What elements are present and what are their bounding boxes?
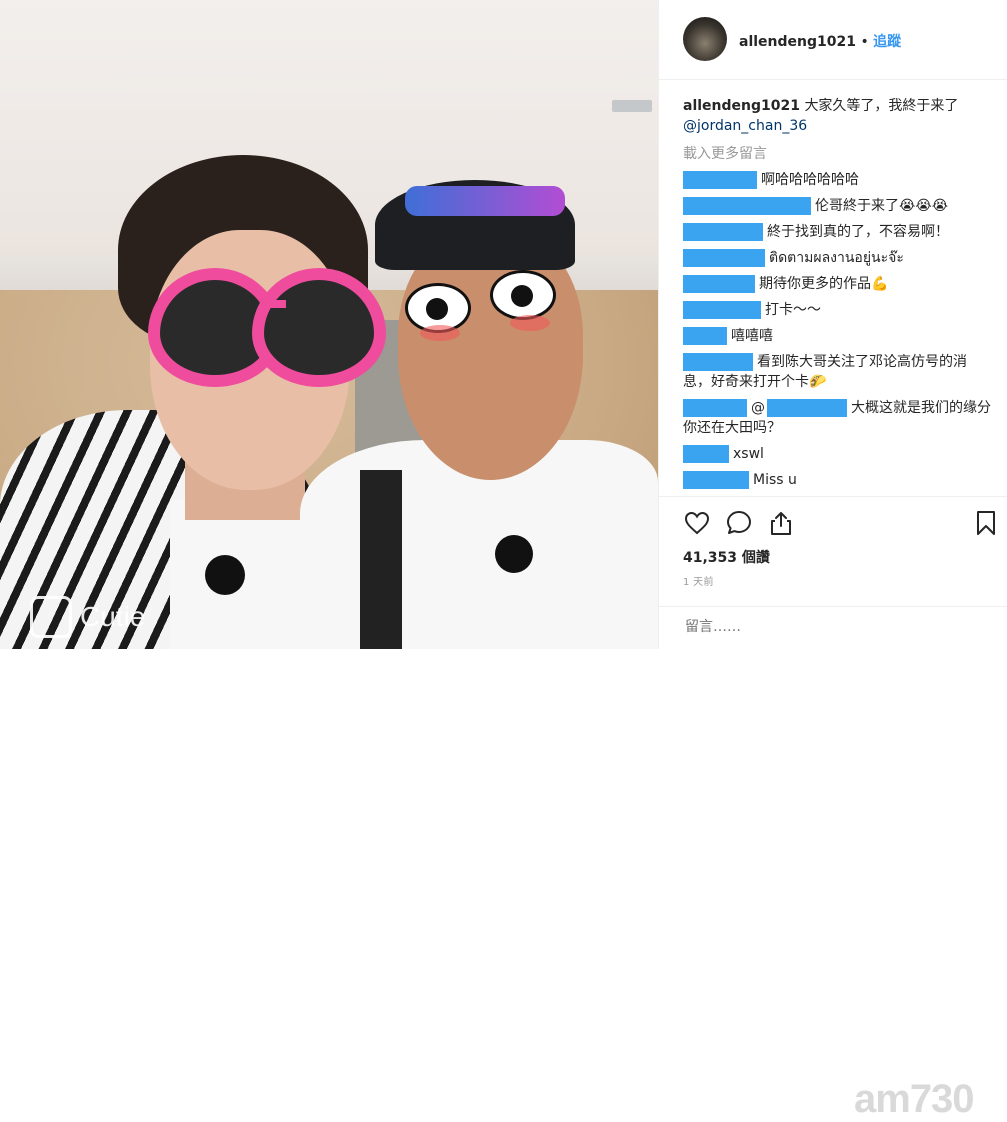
- comment-item: 看到陈大哥关注了邓论高仿号的消息，好奇来打开个卡🌮: [683, 352, 993, 392]
- header-username[interactable]: allendeng1021: [739, 34, 856, 50]
- boat: [612, 100, 652, 112]
- comment-item: 嘻嘻嘻: [683, 326, 993, 346]
- comment-item: 伦哥終于来了😭😭😭: [683, 196, 993, 216]
- blush-right: [510, 315, 550, 331]
- share-icon[interactable]: [767, 509, 795, 537]
- post-sidebar: allendeng1021 • 追蹤 allendeng1021 大家久等了，我…: [658, 0, 1007, 1121]
- caption-mention[interactable]: @jordan_chan_36: [683, 118, 807, 134]
- bookmark-icon[interactable]: [972, 509, 1000, 537]
- avatar[interactable]: [683, 17, 727, 61]
- redacted-username: [683, 301, 761, 319]
- caption: allendeng1021 大家久等了，我終于来了 @jordan_chan_3…: [683, 96, 993, 136]
- post-time[interactable]: 1 天前: [683, 573, 714, 588]
- comment-item: @ 大概这就是我们的缘分 你还在大田吗？: [683, 398, 993, 438]
- comment-text: 伦哥終于来了😭😭😭: [815, 198, 949, 214]
- redacted-username: [683, 171, 757, 189]
- cutie-watermark: Cutie: [30, 596, 145, 638]
- left-person-mic: [205, 555, 245, 595]
- follow-button[interactable]: 追蹤: [873, 34, 901, 50]
- redacted-username: [683, 471, 749, 489]
- comment-text: 期待你更多的作品💪: [759, 276, 889, 292]
- heart-glasses-right: [252, 268, 386, 387]
- redacted-username: [683, 223, 763, 241]
- redacted-mention: [767, 399, 847, 417]
- comment-text: xswl: [733, 446, 764, 462]
- comment-bar: [659, 606, 1007, 650]
- comment-item: xswl: [683, 444, 993, 464]
- post-photo[interactable]: Cutie: [0, 0, 658, 649]
- heart-icon[interactable]: [683, 509, 711, 537]
- backpack-strap: [360, 470, 402, 649]
- header-user-row: allendeng1021 • 追蹤: [739, 31, 901, 51]
- comment-text: 終于找到真的了，不容易啊！: [767, 224, 949, 240]
- redacted-username: [683, 445, 729, 463]
- likes-count[interactable]: 41,353 個讚: [683, 547, 770, 567]
- comment-item: Miss u: [683, 470, 993, 490]
- caption-text: 大家久等了，我終于来了: [804, 98, 959, 114]
- redacted-username: [683, 275, 755, 293]
- comment-item: 打卡～～: [683, 300, 993, 320]
- sunglasses-on-cap: [405, 186, 565, 216]
- redacted-username: [683, 197, 811, 215]
- comment-item: ติดตามผลงานอยู่นะจ๊ะ: [683, 248, 993, 268]
- cutie-watermark-text: Cutie: [80, 601, 146, 632]
- comment-text: 啊哈哈哈哈哈哈: [761, 172, 859, 188]
- comment-icon[interactable]: [725, 509, 753, 537]
- redacted-username: [683, 353, 753, 371]
- comment-text: Miss u: [753, 472, 797, 488]
- comment-text: 嘻嘻嘻: [731, 328, 773, 344]
- comment-text: 打卡～～: [765, 302, 821, 318]
- heart-glasses-bridge: [268, 300, 286, 308]
- cartoon-eye-right: [490, 270, 556, 320]
- am730-watermark: am730: [854, 1077, 975, 1121]
- header-separator: •: [860, 34, 869, 50]
- comment-input[interactable]: [683, 618, 967, 636]
- comment-mention: @: [751, 400, 765, 416]
- comment-item: 期待你更多的作品💪: [683, 274, 993, 294]
- comment-text: ติดตามผลงานอยู่นะจ๊ะ: [769, 250, 904, 266]
- comment-item: 終于找到真的了，不容易啊！: [683, 222, 993, 242]
- cutie-logo-icon: [30, 596, 72, 638]
- redacted-username: [683, 399, 747, 417]
- redacted-username: [683, 327, 727, 345]
- post-actions: 41,353 個讚 1 天前 am730: [659, 496, 1007, 1121]
- load-more-comments[interactable]: 載入更多留言: [683, 144, 993, 164]
- post-header: allendeng1021 • 追蹤: [659, 0, 1007, 80]
- redacted-username: [683, 249, 765, 267]
- right-person-mic: [495, 535, 533, 573]
- comments-list[interactable]: allendeng1021 大家久等了，我終于来了 @jordan_chan_3…: [683, 96, 993, 496]
- caption-username[interactable]: allendeng1021: [683, 98, 800, 114]
- blush-left: [420, 325, 460, 341]
- comment-item: 啊哈哈哈哈哈哈: [683, 170, 993, 190]
